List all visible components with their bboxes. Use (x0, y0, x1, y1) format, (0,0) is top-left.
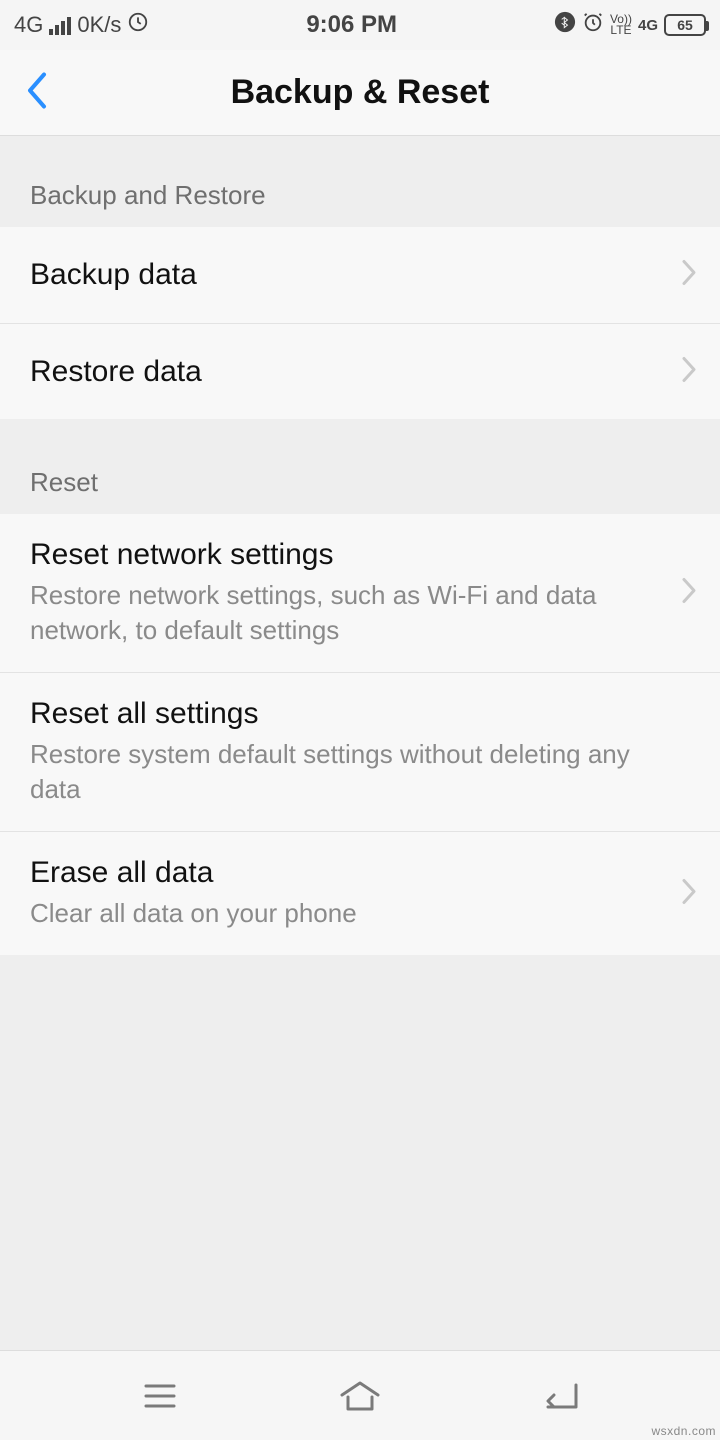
section-header-backup: Backup and Restore (0, 136, 720, 227)
list-item-subtitle: Restore network settings, such as Wi-Fi … (30, 578, 646, 648)
chevron-right-icon (680, 876, 698, 911)
data-speed: 0K/s (77, 12, 121, 38)
home-button[interactable] (337, 1373, 383, 1419)
list-item-subtitle: Restore system default settings without … (30, 737, 646, 807)
bluetooth-icon (554, 11, 576, 39)
recent-apps-button[interactable] (137, 1373, 183, 1419)
menu-icon (142, 1381, 178, 1411)
whatsapp-icon (127, 11, 149, 39)
backup-list: Backup data Restore data (0, 227, 720, 419)
backup-data-item[interactable]: Backup data (0, 227, 720, 323)
status-bar: 4G 0K/s 9:06 PM Vo)) LTE 4G 65 (0, 0, 720, 50)
reset-list: Reset network settings Restore network s… (0, 514, 720, 955)
status-right: Vo)) LTE 4G 65 (554, 11, 706, 39)
chevron-right-icon (680, 576, 698, 611)
back-icon (540, 1379, 580, 1413)
reset-network-item[interactable]: Reset network settings Restore network s… (0, 514, 720, 672)
page-title: Backup & Reset (0, 73, 720, 112)
home-icon (338, 1379, 382, 1413)
app-header: Backup & Reset (0, 50, 720, 136)
chevron-right-icon (680, 258, 698, 293)
list-item-title: Backup data (30, 258, 646, 292)
list-item-title: Restore data (30, 355, 646, 389)
alarm-icon (582, 11, 604, 39)
chevron-left-icon (24, 70, 52, 110)
status-left: 4G 0K/s (14, 11, 149, 39)
erase-all-data-item[interactable]: Erase all data Clear all data on your ph… (0, 831, 720, 955)
list-item-title: Reset network settings (30, 538, 646, 572)
list-item-title: Reset all settings (30, 697, 646, 731)
back-nav-button[interactable] (537, 1373, 583, 1419)
back-button[interactable] (24, 70, 52, 115)
battery-icon: 65 (664, 14, 706, 36)
network-type: 4G (14, 12, 43, 38)
list-item-title: Erase all data (30, 856, 646, 890)
signal-icon (49, 15, 71, 35)
reset-all-settings-item[interactable]: Reset all settings Restore system defaul… (0, 672, 720, 831)
clock: 9:06 PM (306, 11, 397, 39)
restore-data-item[interactable]: Restore data (0, 323, 720, 419)
list-item-subtitle: Clear all data on your phone (30, 896, 646, 931)
net-badge: 4G (638, 17, 658, 34)
watermark: wsxdn.com (651, 1424, 716, 1438)
section-header-reset: Reset (0, 419, 720, 514)
navigation-bar (0, 1350, 720, 1440)
volte-badge: Vo)) LTE (610, 14, 632, 36)
chevron-right-icon (680, 354, 698, 389)
